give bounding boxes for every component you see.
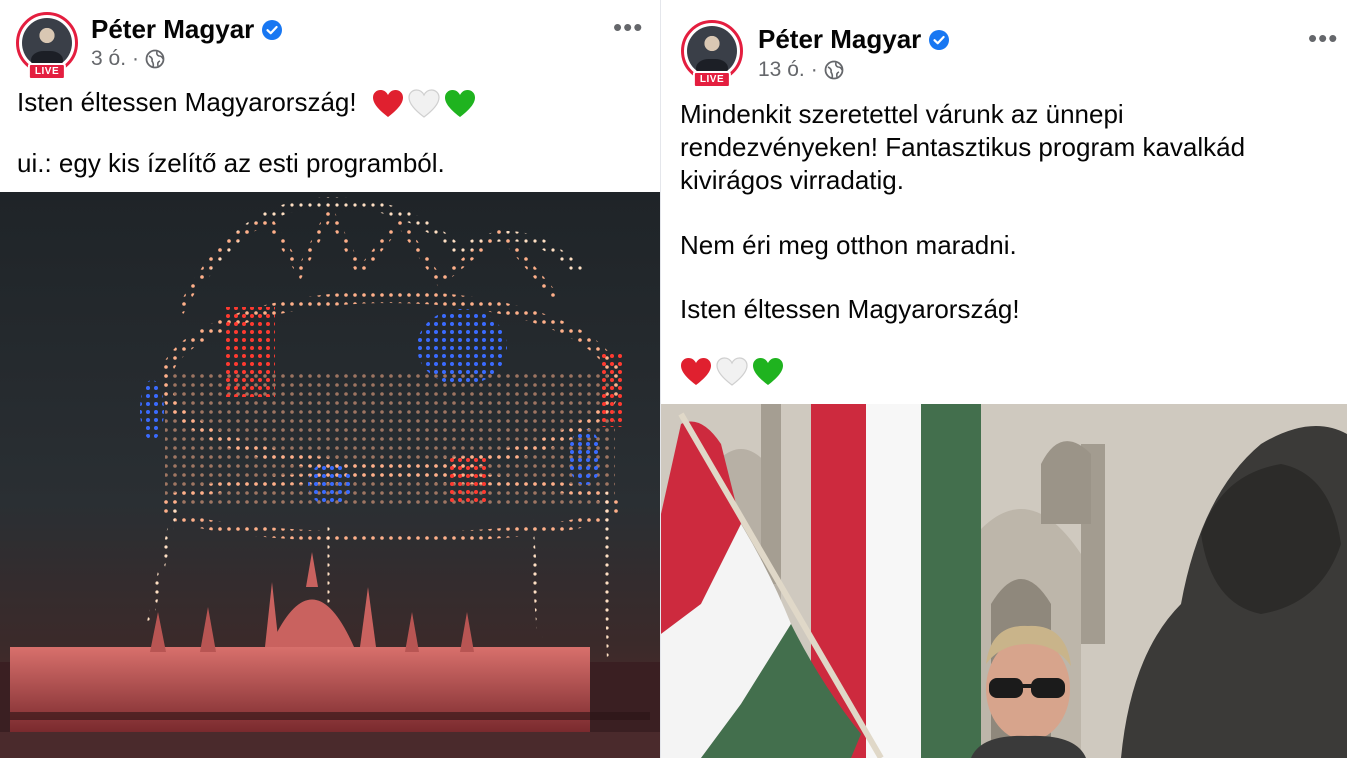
author-name[interactable]: Péter Magyar (91, 14, 254, 45)
post-time[interactable]: 3 ó. (91, 47, 126, 71)
post-text-line1: Isten éltessen Magyarország! (17, 87, 357, 117)
verified-badge-icon (262, 19, 283, 40)
red-heart-icon (372, 90, 403, 118)
author-name[interactable]: Péter Magyar (758, 24, 921, 55)
post-text-line2: ui.: egy kis ízelítő az esti programból. (17, 148, 445, 178)
green-heart-icon (753, 358, 783, 385)
white-heart-icon (408, 89, 440, 118)
globe-icon (824, 60, 844, 80)
live-badge: LIVE (692, 71, 732, 88)
white-heart-icon (716, 357, 748, 386)
author-avatar[interactable]: LIVE (16, 12, 78, 80)
flag-hearts (372, 89, 476, 119)
post-text-line1-container: Isten éltessen Magyarország! (17, 86, 476, 119)
post-meta: 13 ó. · (758, 58, 844, 82)
post-time[interactable]: 13 ó. (758, 58, 805, 82)
post-image-drone-show[interactable] (0, 192, 660, 758)
live-badge: LIVE (27, 63, 67, 80)
verified-badge-icon (929, 29, 950, 50)
post-text-paragraph1: Mindenkit szeretettel várunk az ünnepi r… (680, 98, 1245, 197)
post-text-paragraph2: Nem éri meg otthon maradni. (680, 230, 1017, 260)
red-heart-icon (681, 358, 711, 385)
more-options-button[interactable]: ••• (1308, 25, 1338, 51)
author-name-container: Péter Magyar (91, 14, 283, 45)
author-name-container: Péter Magyar (758, 24, 950, 55)
flag-hearts (680, 357, 784, 387)
post-text-paragraph3: Isten éltessen Magyarország! (680, 294, 1020, 324)
post-right: LIVE Péter Magyar 13 ó. · ••• Mindenkit … (661, 0, 1347, 758)
post-image-flag[interactable] (661, 404, 1347, 758)
green-heart-icon (444, 90, 475, 118)
post-text-line: kivirágos virradatig. (680, 165, 904, 195)
globe-icon (145, 49, 165, 69)
drone-crown-show-photo (0, 196, 660, 758)
flag-parliament-photo (661, 404, 1347, 758)
more-options-button[interactable]: ••• (613, 14, 643, 40)
author-avatar[interactable]: LIVE (681, 20, 743, 88)
post-meta: 3 ó. · (91, 47, 165, 71)
post-left: LIVE Péter Magyar 3 ó. · ••• Isten éltes… (0, 0, 660, 758)
post-text-line: rendezvényeken! Fantasztikus program kav… (680, 132, 1246, 162)
meta-separator: · (132, 47, 140, 70)
meta-separator: · (810, 58, 818, 81)
post-text-line: Mindenkit szeretettel várunk az ünnepi (680, 99, 1124, 129)
